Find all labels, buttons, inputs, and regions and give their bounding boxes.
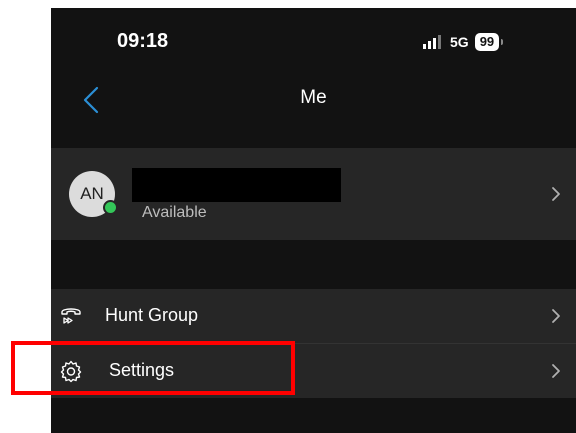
navigation-bar: Me [51,72,576,128]
menu-item-settings[interactable]: Settings [51,344,576,398]
profile-status: Available [142,204,207,221]
status-time: 09:18 [117,30,169,52]
phone-screen: 09:18 5G 99 Me AN Available Hunt Group S… [51,8,576,433]
gear-icon [60,360,82,383]
battery-icon: 99 [474,33,504,51]
status-bar: 09:18 5G 99 [51,8,576,72]
avatar-initials: AN [80,184,104,203]
page-title: Me [300,87,327,108]
battery-level: 99 [479,34,495,49]
status-indicators: 5G 99 [423,32,504,52]
chevron-right-icon [552,309,560,323]
network-type: 5G [450,34,469,50]
avatar: AN [69,171,118,217]
profile-row[interactable]: AN Available [51,148,576,240]
chevron-right-icon [552,364,560,378]
hunt-group-icon [61,308,81,324]
menu-item-hunt-group[interactable]: Hunt Group [51,289,576,343]
menu-item-label: Hunt Group [105,305,199,325]
redacted-name [132,168,341,202]
menu-item-label: Settings [109,360,175,380]
signal-icon [423,35,441,49]
chevron-right-icon [552,187,560,201]
presence-dot-icon [103,200,118,215]
